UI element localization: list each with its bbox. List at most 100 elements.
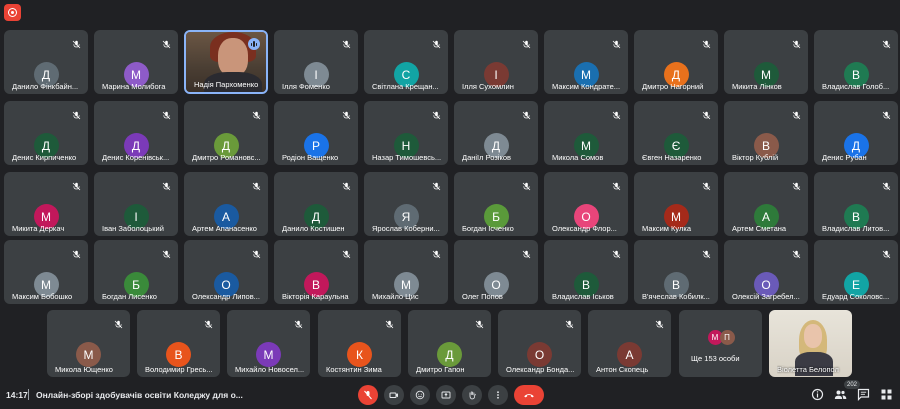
participant-tile[interactable]: О Олексій Загребел... — [724, 240, 808, 304]
mic-off-icon — [882, 178, 891, 191]
activities-icon[interactable] — [880, 388, 893, 401]
participant-tile[interactable]: Д Дмитро Нагорний — [634, 30, 718, 94]
camera-toggle-button[interactable] — [384, 385, 404, 405]
participant-tile[interactable]: О Олег Попов — [454, 240, 538, 304]
mic-off-icon — [342, 178, 351, 191]
avatar: Д — [437, 342, 462, 367]
participant-tile[interactable]: В Віктор Кублій — [724, 101, 808, 165]
mic-off-icon — [612, 246, 621, 259]
participant-name: Іван Заболоцький — [102, 224, 164, 233]
participant-name: Владислав Іськов — [552, 292, 614, 301]
participant-tile[interactable]: М Михайло Цис — [364, 240, 448, 304]
participant-name: Родіон Ващенко — [282, 153, 339, 162]
participant-tile[interactable]: В В'ячеслав Кобилк... — [634, 240, 718, 304]
participant-tile[interactable]: С Світлана Крещан... — [364, 30, 448, 94]
participant-tile[interactable]: Р Родіон Ващенко — [274, 101, 358, 165]
participant-tile[interactable]: В Вікторія Караульна — [274, 240, 358, 304]
participant-name: Владислав Голоб... — [822, 82, 890, 91]
participant-tile[interactable]: Д Денис Коренівськ... — [94, 101, 178, 165]
mic-off-icon — [432, 246, 441, 259]
participant-tile[interactable]: М Марина Молибога — [94, 30, 178, 94]
more-options-button[interactable] — [488, 385, 508, 405]
mic-off-icon — [364, 390, 372, 400]
mic-off-icon — [252, 107, 261, 120]
participant-tile[interactable]: М Максим Бобошко — [4, 240, 88, 304]
participant-tile[interactable]: В Володимир Гресь... — [137, 310, 220, 377]
participant-tile[interactable]: Д Денис Кирпиченко — [4, 101, 88, 165]
participant-name: Артем Сметана — [732, 224, 787, 233]
mic-off-icon — [792, 36, 801, 49]
participant-tile[interactable]: О Олександр Бонда... — [498, 310, 581, 377]
present-screen-button[interactable] — [436, 385, 456, 405]
mic-off-icon — [702, 178, 711, 191]
participant-tile[interactable]: Д Даніїл Розіков — [454, 101, 538, 165]
participant-name: Владислав Литов... — [822, 224, 890, 233]
participant-tile[interactable]: Віолетта Белопол — [769, 310, 852, 377]
participant-tile[interactable]: О Олександр Флор... — [544, 172, 628, 236]
participant-name: Данило Костишен — [282, 224, 345, 233]
participant-name: Михайло Цис — [372, 292, 419, 301]
participant-tile[interactable]: І Ілля Фоменко — [274, 30, 358, 94]
mic-off-icon — [252, 246, 261, 259]
people-icon[interactable] — [834, 388, 847, 401]
participant-tile[interactable]: М Максим Кулка — [634, 172, 718, 236]
participant-tile[interactable]: М Микита Деркач — [4, 172, 88, 236]
participant-tile[interactable]: М Микола Ющенко — [47, 310, 130, 377]
participant-tile[interactable]: В Владислав Голоб... — [814, 30, 898, 94]
participant-tile[interactable]: Д Дмитро Романовс... — [184, 101, 268, 165]
participant-name: Максим Кондрате... — [552, 82, 621, 91]
speaking-indicator-icon — [248, 38, 260, 50]
participant-tile[interactable]: Б Богдан Ісченко — [454, 172, 538, 236]
participant-tile[interactable]: О Олександр Липов... — [184, 240, 268, 304]
participant-tile[interactable]: А Артем Апанасенко — [184, 172, 268, 236]
emoji-icon — [415, 390, 425, 400]
participant-tile[interactable]: М Максим Кондрате... — [544, 30, 628, 94]
mic-toggle-button[interactable] — [358, 385, 378, 405]
participant-tile[interactable]: М Микита Лінков — [724, 30, 808, 94]
participant-tile[interactable]: Я Ярослав Коберни... — [364, 172, 448, 236]
mic-off-icon — [702, 107, 711, 120]
participant-tile[interactable]: Д Данило Фінкбайн... — [4, 30, 88, 94]
info-icon[interactable] — [811, 388, 824, 401]
participant-tile[interactable]: М Михайло Новосел... — [227, 310, 310, 377]
participant-tile[interactable]: М Микола Сомов — [544, 101, 628, 165]
mic-off-icon — [612, 107, 621, 120]
mic-off-icon — [204, 316, 213, 329]
raise-hand-button[interactable] — [462, 385, 482, 405]
participant-tile[interactable]: І Ілля Сухомлин — [454, 30, 538, 94]
chat-icon[interactable] — [857, 388, 870, 401]
participant-tile[interactable]: Д Данило Костишен — [274, 172, 358, 236]
participant-tile[interactable]: І Іван Заболоцький — [94, 172, 178, 236]
participant-name: Данило Фінкбайн... — [12, 82, 79, 91]
participant-tile[interactable]: А Артем Сметана — [724, 172, 808, 236]
others-tile[interactable]: М П Ще 153 особи — [679, 310, 762, 377]
participant-name: Дмитро Романовс... — [192, 153, 261, 162]
participant-name: Олександр Флор... — [552, 224, 617, 233]
participant-name: Дмитро Гапон — [416, 365, 465, 374]
mic-off-icon — [522, 246, 531, 259]
participant-name: Денис Рубан — [822, 153, 867, 162]
participant-tile[interactable]: А Антон Скопець — [588, 310, 671, 377]
participant-name: Микита Лінков — [732, 82, 782, 91]
participant-tile[interactable]: Б Богдан Лисенко — [94, 240, 178, 304]
mic-off-icon — [612, 36, 621, 49]
mic-off-icon — [522, 36, 531, 49]
mic-off-icon — [342, 36, 351, 49]
participant-tile[interactable]: В Владислав Литов... — [814, 172, 898, 236]
reactions-button[interactable] — [410, 385, 430, 405]
participant-tile[interactable]: В Владислав Іськов — [544, 240, 628, 304]
participant-name: Назар Тимошевсь... — [372, 153, 442, 162]
participant-tile[interactable]: К Костянтин Зима — [318, 310, 401, 377]
participant-tile[interactable]: Е Едуард Соколовс... — [814, 240, 898, 304]
participant-name: Микола Сомов — [552, 153, 604, 162]
participant-name: Михайло Новосел... — [235, 365, 305, 374]
participant-tile[interactable]: Д Дмитро Гапон — [408, 310, 491, 377]
participant-name: Віолетта Белопол — [777, 365, 839, 374]
participant-tile[interactable]: Є Євген Назаренко — [634, 101, 718, 165]
participant-tile[interactable]: Н Назар Тимошевсь... — [364, 101, 448, 165]
leave-call-button[interactable] — [514, 385, 544, 405]
participant-name: Ярослав Коберни... — [372, 224, 440, 233]
participant-tile[interactable]: Д Денис Рубан — [814, 101, 898, 165]
mic-off-icon — [162, 107, 171, 120]
participant-tile[interactable]: Надія Пархоменко — [184, 30, 268, 94]
